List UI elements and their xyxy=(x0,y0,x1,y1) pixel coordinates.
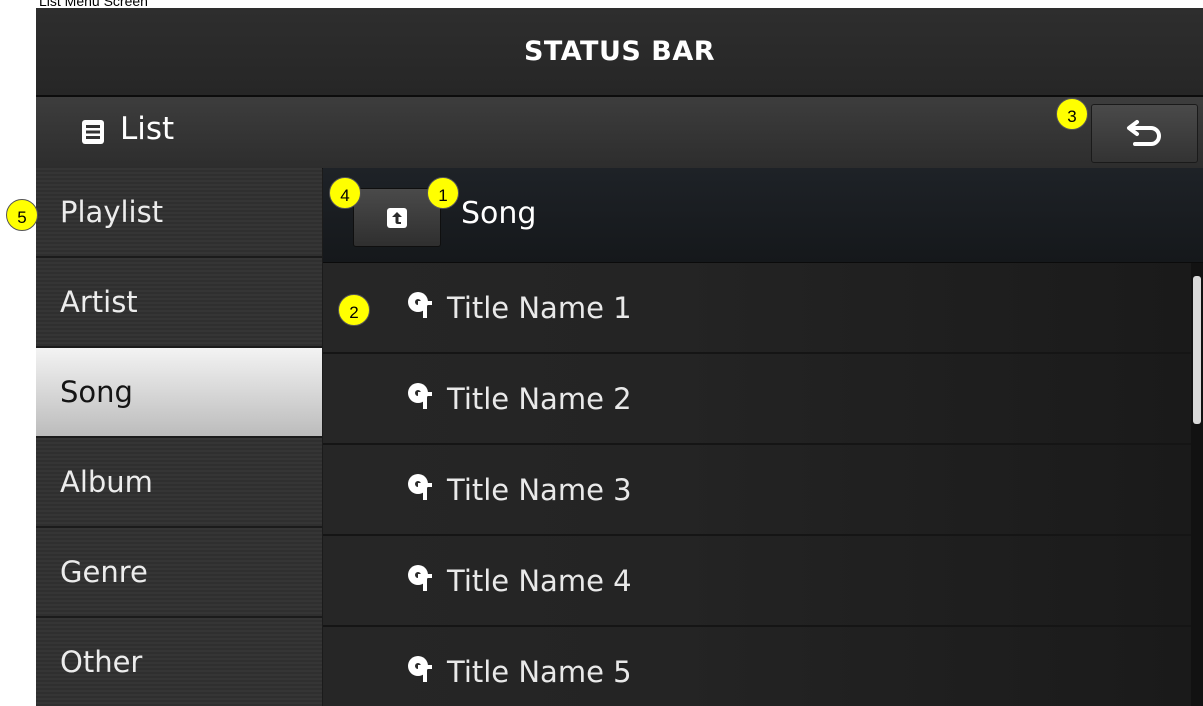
sidebar-item-other[interactable]: Other xyxy=(36,618,322,706)
status-bar: STATUS BAR xyxy=(36,8,1203,97)
sidebar-item-label: Song xyxy=(60,375,133,409)
song-title: Title Name 4 xyxy=(447,564,632,598)
sidebar-item-song[interactable]: Song xyxy=(36,348,322,438)
sidebar-item-label: Genre xyxy=(60,555,148,589)
song-icon xyxy=(408,656,432,682)
list-item[interactable]: Title Name 3 xyxy=(323,445,1191,536)
list-item[interactable]: Title Name 1 xyxy=(323,263,1191,354)
song-title: Title Name 2 xyxy=(447,382,632,416)
song-list: Title Name 1 Title Name 2 Title Name 3 T… xyxy=(323,263,1191,706)
scrollbar-thumb[interactable] xyxy=(1193,276,1201,424)
sidebar-item-album[interactable]: Album xyxy=(36,438,322,528)
callout-2: 2 xyxy=(338,294,370,326)
category-sidebar: Playlist Artist Song Album Genre Other xyxy=(36,168,322,706)
scrollbar[interactable] xyxy=(1191,263,1203,706)
song-icon xyxy=(408,474,432,500)
callout-3: 3 xyxy=(1056,98,1088,130)
page-title: List xyxy=(120,111,175,147)
song-list-panel: Song Title Name 1 Title Name 2 Title Nam… xyxy=(323,168,1203,706)
song-icon xyxy=(408,565,432,591)
list-item[interactable]: Title Name 5 xyxy=(323,627,1191,706)
list-header-title: Song xyxy=(461,196,537,231)
folder-up-icon xyxy=(387,207,407,228)
sidebar-item-label: Playlist xyxy=(60,195,164,229)
sidebar-item-playlist[interactable]: Playlist xyxy=(36,168,322,258)
callout-4: 4 xyxy=(329,177,361,209)
song-icon xyxy=(408,383,432,409)
list-icon xyxy=(82,120,104,144)
sidebar-item-artist[interactable]: Artist xyxy=(36,258,322,348)
sidebar-item-label: Other xyxy=(60,645,143,679)
sidebar-item-genre[interactable]: Genre xyxy=(36,528,322,618)
status-bar-label: STATUS BAR xyxy=(523,36,716,67)
song-title: Title Name 3 xyxy=(447,473,632,507)
callout-5: 5 xyxy=(6,199,38,231)
title-bar: List xyxy=(36,97,1203,169)
song-title: Title Name 1 xyxy=(447,291,632,325)
sidebar-item-label: Album xyxy=(60,465,153,499)
head-unit-screen: STATUS BAR List Playlist Artist Song Alb… xyxy=(36,8,1203,706)
back-arrow-icon xyxy=(1126,119,1161,146)
list-item[interactable]: Title Name 4 xyxy=(323,536,1191,627)
back-button[interactable] xyxy=(1091,104,1198,163)
song-icon xyxy=(408,292,432,318)
list-item[interactable]: Title Name 2 xyxy=(323,354,1191,445)
sidebar-item-label: Artist xyxy=(60,285,138,319)
song-title: Title Name 5 xyxy=(447,655,632,689)
callout-1: 1 xyxy=(427,177,459,209)
